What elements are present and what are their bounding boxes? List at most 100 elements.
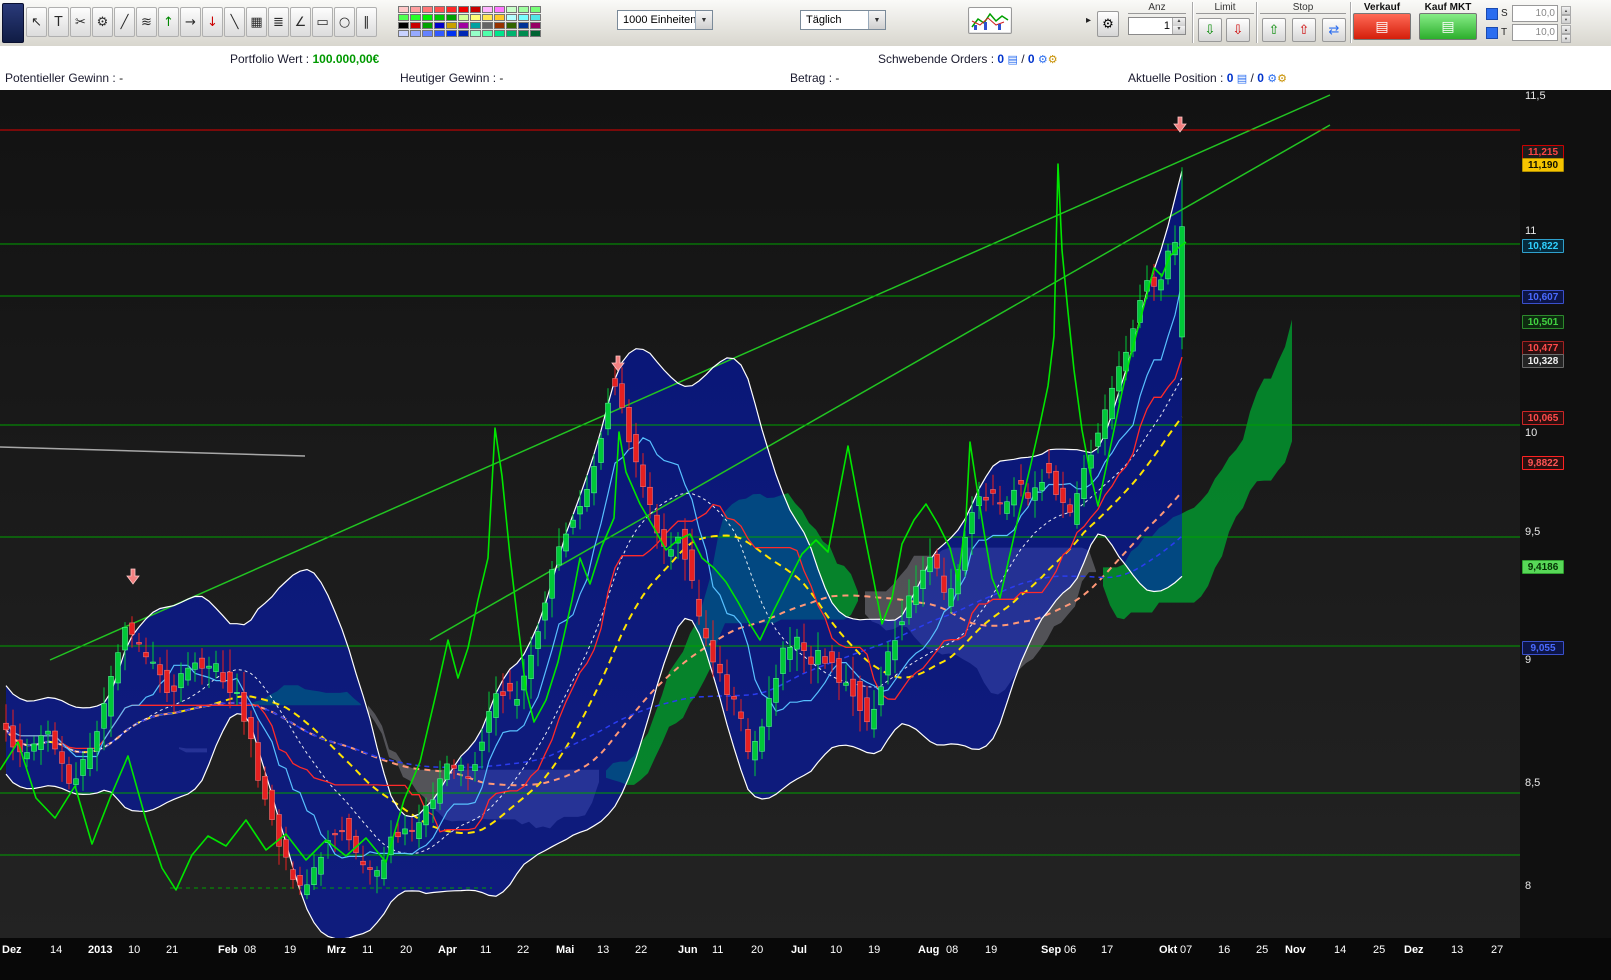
color-swatch[interactable] bbox=[446, 6, 457, 13]
gear-icon[interactable]: ⚙ bbox=[1267, 72, 1277, 85]
tool-fibonacci[interactable]: ≣ bbox=[268, 7, 289, 37]
color-swatch[interactable] bbox=[434, 30, 445, 37]
buy-market-button[interactable]: ▤ bbox=[1419, 13, 1477, 40]
tool-rectangle[interactable]: ▭ bbox=[312, 7, 333, 37]
color-swatch[interactable] bbox=[410, 22, 421, 29]
color-swatch[interactable] bbox=[470, 14, 481, 21]
color-swatch[interactable] bbox=[398, 22, 409, 29]
color-swatch[interactable] bbox=[530, 30, 541, 37]
panel-expand-icon[interactable]: ▸ bbox=[1086, 15, 1091, 26]
color-swatch[interactable] bbox=[518, 6, 529, 13]
color-swatch[interactable] bbox=[398, 30, 409, 37]
tool-grid[interactable]: ▦ bbox=[246, 7, 267, 37]
limit-buy-order-button[interactable]: ⇩ bbox=[1198, 18, 1222, 42]
stop-loss-input[interactable] bbox=[1512, 5, 1558, 22]
color-swatch[interactable] bbox=[470, 22, 481, 29]
spin-down-icon[interactable]: ▼ bbox=[1561, 34, 1571, 43]
gear-icon[interactable]: ⚙ bbox=[1048, 53, 1058, 66]
color-swatch[interactable] bbox=[446, 22, 457, 29]
color-swatch[interactable] bbox=[518, 22, 529, 29]
sell-market-button[interactable]: ▤ bbox=[1353, 13, 1411, 40]
take-profit-input[interactable] bbox=[1512, 24, 1558, 41]
dropdown-arrow-icon[interactable]: ▼ bbox=[695, 11, 712, 29]
color-swatch[interactable] bbox=[494, 6, 505, 13]
color-swatch[interactable] bbox=[470, 30, 481, 37]
color-swatch[interactable] bbox=[458, 6, 469, 13]
color-swatch[interactable] bbox=[458, 30, 469, 37]
color-swatch[interactable] bbox=[422, 6, 433, 13]
time-axis[interactable]: Dez1420131021Feb0819Mrz1120Apr1122Mai132… bbox=[0, 938, 1611, 980]
color-swatch[interactable] bbox=[506, 30, 517, 37]
limit-sell-order-button[interactable]: ⇩ bbox=[1226, 18, 1250, 42]
tool-text[interactable]: T bbox=[48, 7, 69, 37]
stop-buy-order-button[interactable]: ⇧ bbox=[1262, 18, 1286, 42]
gear-icon[interactable]: ⚙ bbox=[1038, 53, 1048, 66]
units-dropdown[interactable]: 1000 Einheiten ▼ bbox=[617, 10, 713, 30]
spin-up-icon[interactable]: ▲ bbox=[1561, 6, 1571, 15]
spin-down-icon[interactable]: ▼ bbox=[1561, 15, 1571, 24]
tool-trend-line[interactable]: ╱ bbox=[114, 7, 135, 37]
spin-up-icon[interactable]: ▲ bbox=[1173, 18, 1185, 26]
spin-down-icon[interactable]: ▼ bbox=[1173, 26, 1185, 34]
color-swatch[interactable] bbox=[482, 30, 493, 37]
tool-pointer[interactable]: ↖ bbox=[26, 7, 47, 37]
color-swatch[interactable] bbox=[410, 14, 421, 21]
color-swatch[interactable] bbox=[530, 14, 541, 21]
color-swatch[interactable] bbox=[518, 14, 529, 21]
color-swatch[interactable] bbox=[434, 22, 445, 29]
dropdown-arrow-icon[interactable]: ▼ bbox=[868, 11, 885, 29]
color-swatch[interactable] bbox=[506, 22, 517, 29]
color-swatch[interactable] bbox=[494, 30, 505, 37]
stop-loss-checkbox[interactable] bbox=[1486, 8, 1498, 20]
tool-arrow-up-icon[interactable]: ↑ bbox=[158, 7, 179, 37]
tool-scissors[interactable]: ✂ bbox=[70, 7, 91, 37]
price-axis[interactable]: 11,511109,598,5811,21511,19010,82210,607… bbox=[1520, 90, 1611, 938]
color-swatch[interactable] bbox=[422, 30, 433, 37]
timeframe-dropdown[interactable]: Täglich ▼ bbox=[800, 10, 886, 30]
color-swatch[interactable] bbox=[446, 14, 457, 21]
tool-arrow-right-icon[interactable]: → bbox=[180, 7, 201, 37]
color-swatch[interactable] bbox=[410, 30, 421, 37]
color-swatch[interactable] bbox=[530, 6, 541, 13]
tool-pencil[interactable]: ╲ bbox=[224, 7, 245, 37]
tool-settings[interactable]: ⚙ bbox=[92, 7, 113, 37]
color-swatch[interactable] bbox=[482, 22, 493, 29]
color-swatch[interactable] bbox=[518, 30, 529, 37]
quantity-input[interactable] bbox=[1129, 18, 1172, 34]
take-profit-checkbox[interactable] bbox=[1486, 27, 1498, 39]
color-swatch[interactable] bbox=[398, 6, 409, 13]
color-swatch[interactable] bbox=[398, 14, 409, 21]
color-swatch[interactable] bbox=[434, 14, 445, 21]
color-swatch[interactable] bbox=[494, 22, 505, 29]
order-swap-button[interactable]: ⇄ bbox=[1322, 18, 1346, 42]
color-swatch[interactable] bbox=[494, 14, 505, 21]
tool-ellipse[interactable]: ○ bbox=[334, 7, 355, 37]
color-swatch[interactable] bbox=[470, 6, 481, 13]
stop-sell-order-button[interactable]: ⇧ bbox=[1292, 18, 1316, 42]
quantity-stepper: ▲ ▼ bbox=[1128, 17, 1186, 35]
x-axis-label: Jun bbox=[678, 944, 698, 956]
color-swatch[interactable] bbox=[422, 22, 433, 29]
color-swatch[interactable] bbox=[506, 6, 517, 13]
color-swatch[interactable] bbox=[446, 30, 457, 37]
order-settings-button[interactable]: ⚙ bbox=[1097, 11, 1119, 37]
position-list-icon[interactable]: ▤ bbox=[1237, 72, 1247, 85]
color-swatch[interactable] bbox=[506, 14, 517, 21]
color-swatch[interactable] bbox=[434, 6, 445, 13]
color-swatch[interactable] bbox=[458, 22, 469, 29]
color-swatch[interactable] bbox=[410, 6, 421, 13]
color-swatch[interactable] bbox=[422, 14, 433, 21]
tool-channel[interactable]: ∥ bbox=[356, 7, 377, 37]
price-chart-canvas[interactable] bbox=[0, 90, 1520, 938]
chart-style-button[interactable] bbox=[968, 7, 1012, 34]
color-swatch[interactable] bbox=[482, 14, 493, 21]
tool-angle[interactable]: ∠ bbox=[290, 7, 311, 37]
gear-icon[interactable]: ⚙ bbox=[1277, 72, 1287, 85]
color-swatch[interactable] bbox=[530, 22, 541, 29]
color-swatch[interactable] bbox=[458, 14, 469, 21]
spin-up-icon[interactable]: ▲ bbox=[1561, 25, 1571, 34]
color-swatch[interactable] bbox=[482, 6, 493, 13]
tool-arrow-down-icon[interactable]: ↓ bbox=[202, 7, 223, 37]
tool-wave[interactable]: ≋ bbox=[136, 7, 157, 37]
orders-list-icon[interactable]: ▤ bbox=[1007, 53, 1017, 66]
